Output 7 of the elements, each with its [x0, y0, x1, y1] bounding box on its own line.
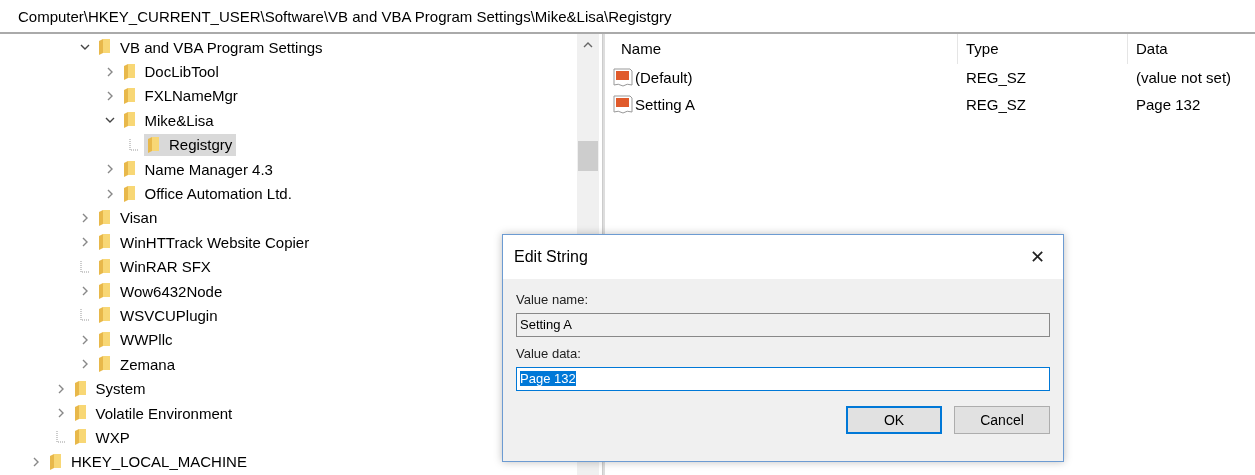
dialog-title: Edit String: [514, 248, 588, 266]
value-data: Page 132: [1135, 96, 1202, 113]
value-type: REG_SZ: [965, 69, 1027, 86]
value-data: (value not set): [1135, 69, 1233, 86]
field-label: Value data:: [516, 345, 582, 363]
field-label: Value name:: [516, 291, 590, 309]
value-type: REG_SZ: [965, 96, 1027, 113]
